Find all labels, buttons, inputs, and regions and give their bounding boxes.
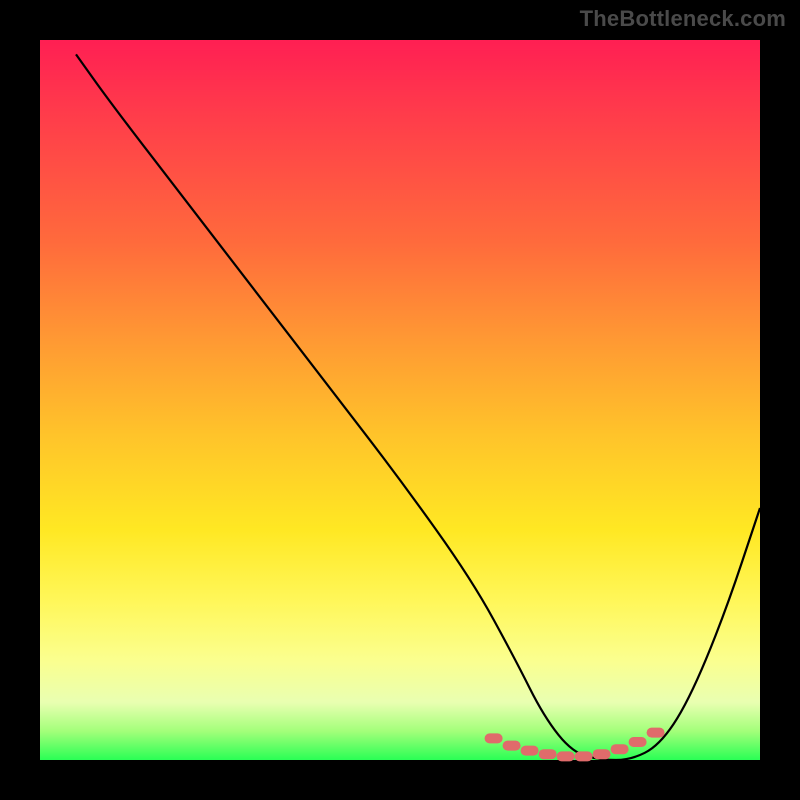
chart-svg: [40, 40, 760, 760]
marker-dot: [629, 737, 647, 747]
marker-dot: [575, 751, 593, 761]
marker-dot: [557, 751, 575, 761]
chart-frame: TheBottleneck.com: [0, 0, 800, 800]
marker-dot: [521, 746, 539, 756]
watermark-text: TheBottleneck.com: [580, 6, 786, 32]
marker-dot: [593, 749, 611, 759]
curve-line: [76, 54, 760, 760]
marker-dot: [611, 744, 629, 754]
marker-dot: [539, 749, 557, 759]
bottleneck-curve: [76, 54, 760, 760]
marker-dot: [485, 733, 503, 743]
plot-area: [40, 40, 760, 760]
marker-dot: [647, 728, 665, 738]
marker-dot: [503, 741, 521, 751]
